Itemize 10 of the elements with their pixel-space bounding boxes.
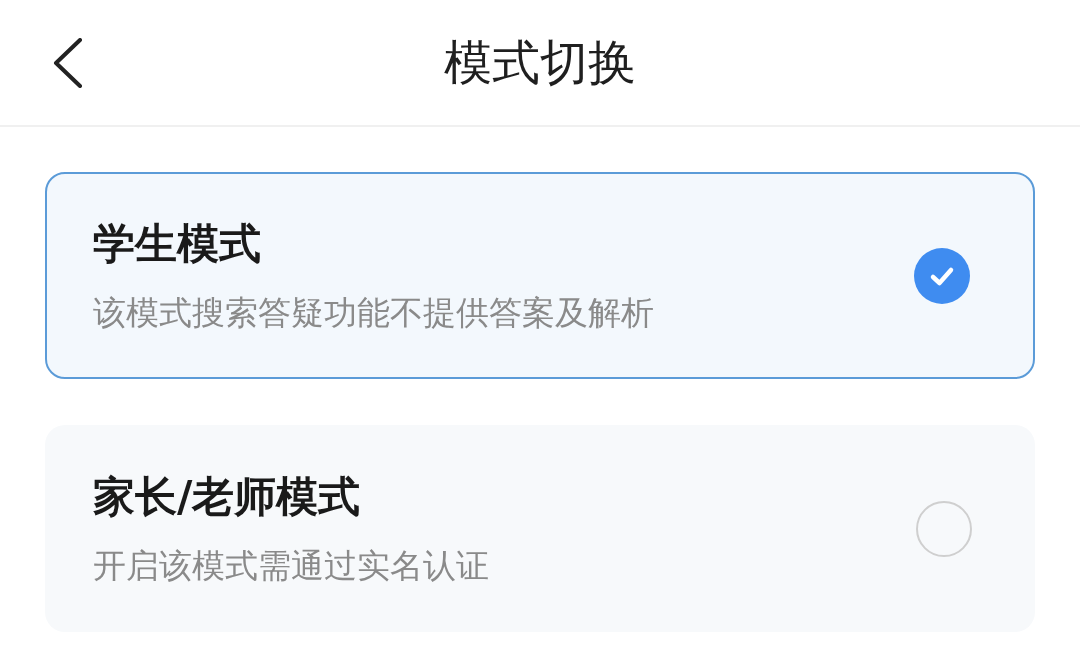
mode-title: 家长/老师模式	[93, 470, 362, 523]
page-title: 模式切换	[444, 33, 636, 92]
back-icon[interactable]	[53, 37, 83, 88]
mode-title: 学生模式	[93, 217, 262, 270]
mode-description: 该模式搜索答疑功能不提供答案及解析	[93, 291, 654, 334]
mode-card[interactable]: 学生模式 该模式搜索答疑功能不提供答案及解析	[45, 172, 1035, 379]
check-circle-icon[interactable]	[914, 247, 970, 304]
mode-card[interactable]: 家长/老师模式 开启该模式需通过实名认证	[45, 425, 1035, 632]
mode-description: 开启该模式需通过实名认证	[93, 544, 489, 587]
radio-circle-icon[interactable]	[916, 500, 972, 557]
